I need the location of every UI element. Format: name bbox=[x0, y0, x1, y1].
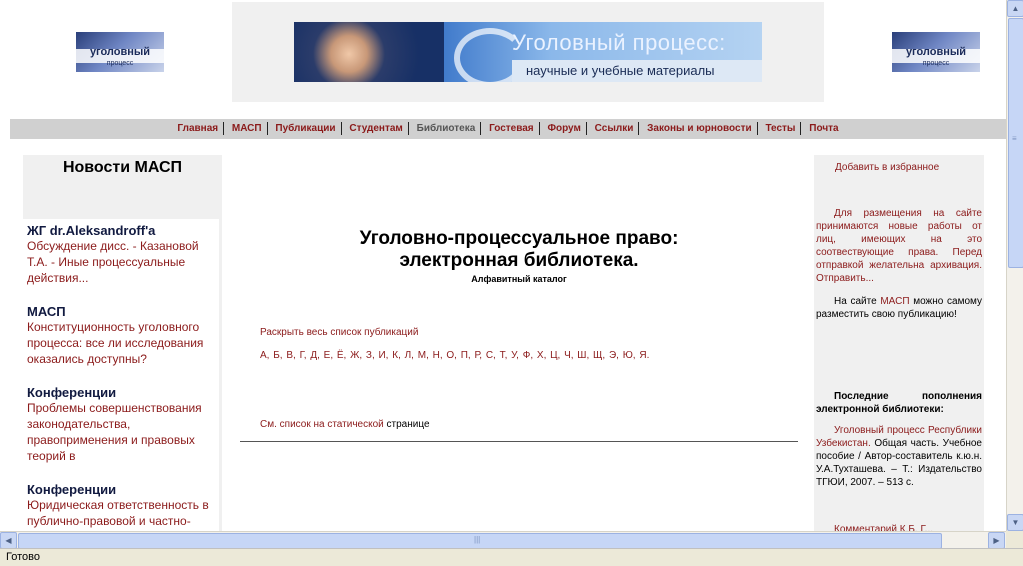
nav-tests[interactable]: Тесты bbox=[761, 123, 799, 134]
logo-subtext: процесс bbox=[922, 60, 950, 67]
site-logo-left[interactable]: уголовный процесс bbox=[76, 32, 164, 72]
news-title: Новости МАСП bbox=[62, 159, 183, 176]
nav-laws[interactable]: Законы и юрновости bbox=[643, 123, 756, 134]
main-nav: Главная МАСП Публикации Студентам Библио… bbox=[10, 119, 1006, 139]
logo-text: уголовный bbox=[89, 46, 151, 58]
nav-library[interactable]: Библиотека bbox=[413, 123, 480, 134]
banner-title: Уголовный процесс: bbox=[512, 30, 726, 55]
content-divider bbox=[240, 441, 798, 442]
nav-masp[interactable]: МАСП bbox=[228, 123, 266, 134]
status-bar: Готово bbox=[0, 548, 1023, 566]
nav-mail[interactable]: Почта bbox=[805, 123, 842, 134]
submit-work-link[interactable]: Для размещения на сайте принимаются новы… bbox=[816, 207, 982, 285]
horizontal-scroll-thumb[interactable]: ||| bbox=[18, 533, 942, 549]
scroll-up-arrow-icon[interactable]: ▲ bbox=[1007, 0, 1023, 17]
news-heading: ЖГ dr.Aleksandroff'a bbox=[27, 223, 156, 238]
nav-publications[interactable]: Публикации bbox=[271, 123, 339, 134]
logo-text: уголовный bbox=[905, 46, 967, 58]
horizontal-scrollbar[interactable]: ◀ ||| ▶ bbox=[0, 531, 1006, 549]
news-heading: Конференции bbox=[27, 385, 117, 400]
self-publish-text: На сайте МАСП можно самому разместить св… bbox=[816, 295, 982, 321]
nav-guestbook[interactable]: Гостевая bbox=[485, 123, 538, 134]
news-list: ЖГ dr.Aleksandroff'a Обсуждение дисс. - … bbox=[23, 219, 219, 531]
static-list-text: странице bbox=[383, 419, 430, 430]
scroll-left-arrow-icon[interactable]: ◀ bbox=[0, 532, 17, 549]
news-sidebar: Новости МАСП ЖГ dr.Aleksandroff'a Обсужд… bbox=[23, 155, 222, 531]
scroll-down-arrow-icon[interactable]: ▼ bbox=[1007, 514, 1023, 531]
add-favorites-link[interactable]: Добавить в избранное bbox=[835, 162, 939, 173]
page-title-line1: Уголовно-процессуальное право: bbox=[359, 228, 679, 249]
recent-heading: Последние пополнения электронной библиот… bbox=[816, 391, 982, 415]
expand-all-link[interactable]: Раскрыть весь список публикаций bbox=[260, 327, 418, 338]
nav-students[interactable]: Студентам bbox=[345, 123, 407, 134]
recent-item-next[interactable]: Комментарий К.Б. Г... bbox=[816, 523, 982, 531]
vertical-scroll-thumb[interactable]: ≡ bbox=[1008, 18, 1023, 268]
news-link[interactable]: Проблемы совершенствования законодательс… bbox=[27, 400, 215, 464]
self-publish-pre: На сайте bbox=[834, 296, 881, 307]
main-content: Уголовно-процессуальное право: электронн… bbox=[240, 155, 798, 531]
site-banner: Уголовный процесс: научные и учебные мат… bbox=[294, 22, 762, 82]
vertical-scrollbar[interactable]: ▲ ≡ ▼ bbox=[1006, 0, 1023, 531]
static-list-line: См. список на статической странице bbox=[260, 419, 430, 430]
masp-link[interactable]: МАСП bbox=[880, 296, 909, 307]
site-logo-right[interactable]: уголовный процесс bbox=[892, 32, 980, 72]
right-sidebar: Добавить в избранное Для размещения на с… bbox=[814, 155, 984, 531]
recent-item: Уголовный процесс Республики Узбекистан.… bbox=[816, 424, 982, 489]
news-heading: Конференции bbox=[27, 482, 117, 497]
status-text: Готово bbox=[6, 551, 40, 563]
nav-links[interactable]: Ссылки bbox=[591, 123, 638, 134]
banner-subtitle: научные и учебные материалы bbox=[526, 63, 715, 78]
banner-photo bbox=[294, 22, 444, 82]
news-link[interactable]: Юридическая ответственность в публично-п… bbox=[27, 497, 215, 529]
page-title-line2: электронная библиотека. bbox=[399, 250, 639, 271]
logo-subtext: процесс bbox=[106, 60, 134, 67]
news-heading: МАСП bbox=[27, 304, 66, 319]
page-title: Уголовно-процессуальное право: электронн… bbox=[240, 228, 798, 272]
nav-home[interactable]: Главная bbox=[173, 123, 222, 134]
static-list-link[interactable]: См. список на статической bbox=[260, 419, 384, 430]
page-viewport: уголовный процесс уголовный процесс Угол… bbox=[0, 0, 1006, 531]
scrollbar-corner bbox=[1006, 531, 1023, 548]
nav-forum[interactable]: Форум bbox=[543, 123, 584, 134]
news-link[interactable]: Конституционность уголовного процесса: в… bbox=[27, 319, 215, 367]
scroll-right-arrow-icon[interactable]: ▶ bbox=[988, 532, 1005, 549]
alphabet-index[interactable]: А, Б, В, Г, Д, Е, Ё, Ж, З, И, К, Л, М, Н… bbox=[260, 350, 649, 361]
catalog-subtitle: Алфавитный каталог bbox=[471, 274, 567, 284]
news-link[interactable]: Обсуждение дисс. - Казановой Т.А. - Иные… bbox=[27, 238, 215, 286]
